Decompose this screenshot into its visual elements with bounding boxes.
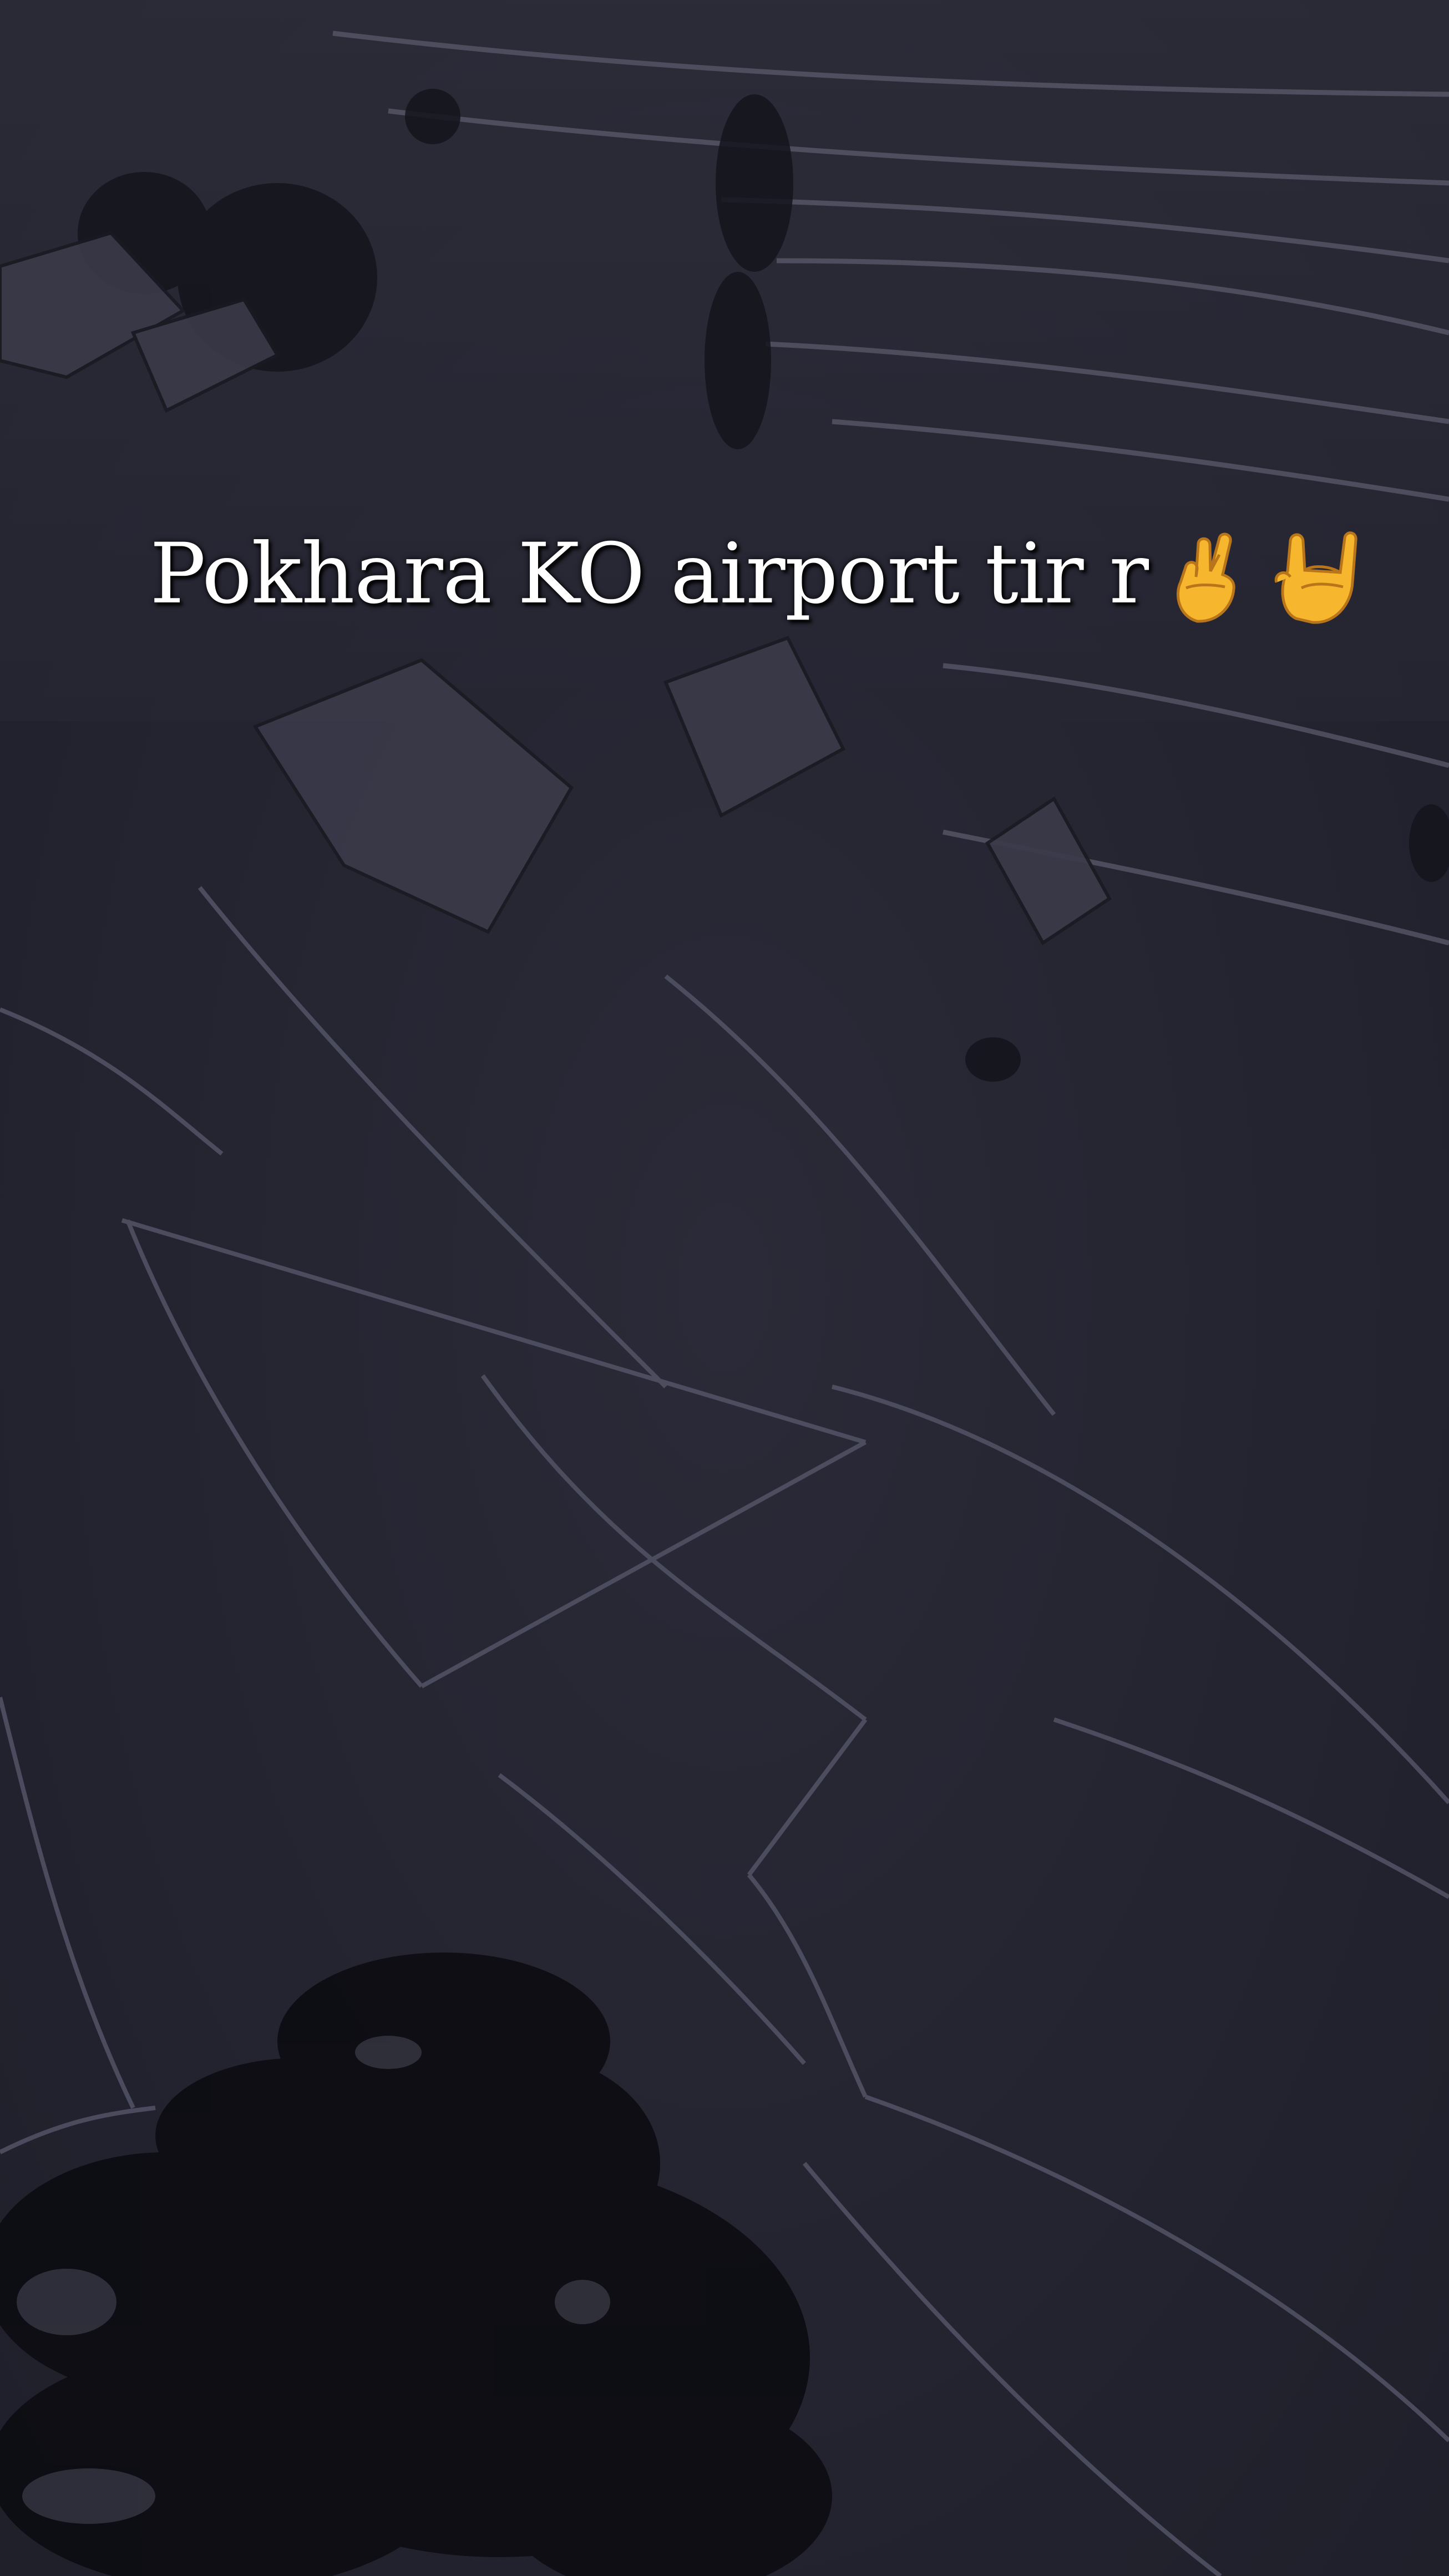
story-caption: Pokhara KO airport tir r bbox=[150, 502, 1437, 646]
sign-of-the-horns-icon bbox=[1274, 521, 1368, 627]
caption-text: Pokhara KO airport tir r bbox=[150, 526, 1149, 622]
crossed-fingers-icon bbox=[1164, 521, 1258, 627]
video-frame: Pokhara KO airport tir r bbox=[0, 0, 1449, 2576]
aerial-fields-background bbox=[0, 0, 1449, 2576]
